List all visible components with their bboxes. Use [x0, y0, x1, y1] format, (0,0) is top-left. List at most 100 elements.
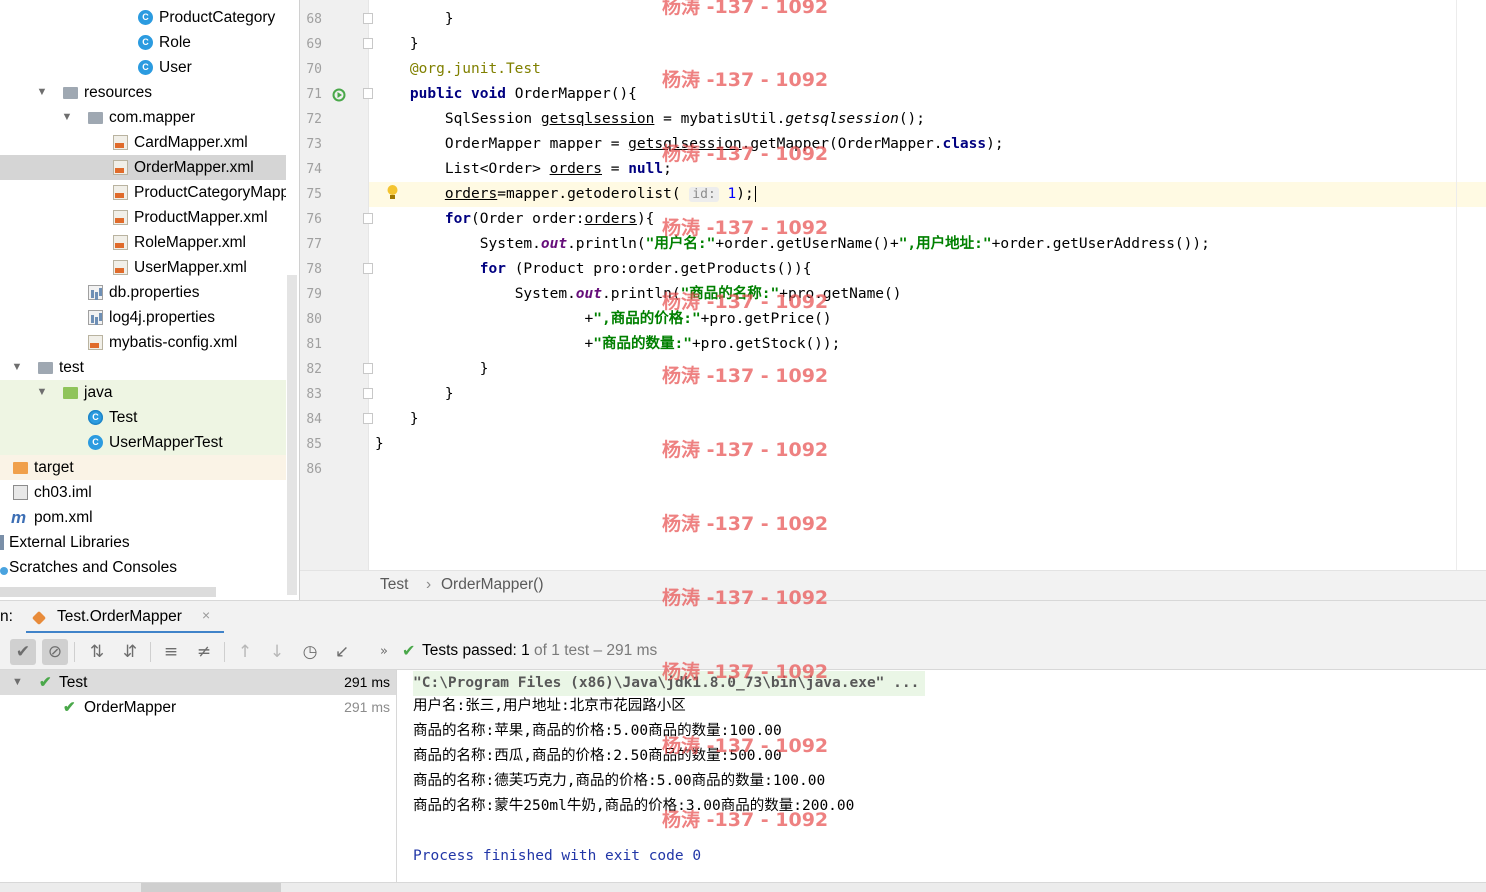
- next-failed-icon[interactable]: ↓: [264, 639, 290, 665]
- code-token: getsqlsession: [540, 111, 655, 127]
- code-token: +order.getUserAddress());: [991, 236, 1210, 252]
- code-line[interactable]: orders=mapper.getoderolist( id: 1);: [375, 182, 756, 207]
- tree-item-test-folder[interactable]: ▼ test: [0, 355, 286, 380]
- bottom-tool-strip: [0, 882, 1486, 892]
- scratch-icon: [0, 567, 8, 575]
- run-test-icon[interactable]: [332, 88, 346, 102]
- code-line[interactable]: OrderMapper mapper = getsqlsession.getMa…: [375, 132, 1004, 157]
- fold-marker[interactable]: [363, 263, 373, 274]
- tree-item-ch03-iml[interactable]: ch03.iml: [0, 480, 286, 505]
- fold-marker[interactable]: [363, 213, 373, 224]
- tree-item-test-class[interactable]: C Test: [0, 405, 286, 430]
- xml-file-icon: [113, 260, 128, 275]
- code-line[interactable]: }: [375, 432, 384, 457]
- code-token: orders: [584, 211, 637, 227]
- tree-item-pom[interactable]: m pom.xml: [0, 505, 286, 530]
- code-token: ",用户地址:": [898, 236, 992, 252]
- tree-item-productcategory[interactable]: C ProductCategory: [0, 5, 286, 30]
- more-actions-icon[interactable]: »: [371, 639, 397, 665]
- breadcrumb-item-method[interactable]: OrderMapper(): [441, 571, 544, 599]
- chevron-down-icon[interactable]: ▼: [10, 355, 24, 380]
- excluded-folder-icon: [13, 462, 28, 474]
- tree-item-usermappertest[interactable]: C UserMapperTest: [0, 430, 286, 455]
- tree-item-rolemapper[interactable]: RoleMapper.xml: [0, 230, 286, 255]
- line-number: 80: [306, 312, 322, 327]
- tree-item-cardmapper[interactable]: CardMapper.xml: [0, 130, 286, 155]
- fold-marker[interactable]: [363, 363, 373, 374]
- tab-test-ordermapper[interactable]: Test.OrderMapper ×: [26, 601, 224, 634]
- code-editor[interactable]: 68 69 70 71 72 73 74 75 76 77 78 79 80 8…: [300, 0, 1486, 570]
- code-line[interactable]: public void OrderMapper(){: [375, 82, 637, 107]
- code-token: );: [986, 136, 1004, 152]
- tree-item-role[interactable]: C Role: [0, 30, 286, 55]
- tree-item-ordermapper[interactable]: OrderMapper.xml: [0, 155, 286, 180]
- tree-item-resources[interactable]: ▼ resources: [0, 80, 286, 105]
- collapse-all-icon[interactable]: ≠: [191, 639, 217, 665]
- tree-item-productmapper[interactable]: ProductMapper.xml: [0, 205, 286, 230]
- tree-item-label: ProductCategoryMapp: [134, 184, 286, 201]
- test-history-icon[interactable]: ◷: [297, 639, 323, 665]
- import-tests-icon[interactable]: ↙: [329, 639, 355, 665]
- code-token: "商品的名称:": [680, 286, 780, 302]
- class-icon: C: [138, 10, 153, 25]
- code-token: (Product pro:order.getProducts()){: [514, 261, 812, 277]
- code-line[interactable]: SqlSession getsqlsession = mybatisUtil.g…: [375, 107, 925, 132]
- tree-item-java[interactable]: ▼ java: [0, 380, 286, 405]
- vertical-scrollbar[interactable]: [287, 275, 297, 595]
- fold-marker[interactable]: [363, 38, 373, 49]
- show-passed-icon[interactable]: ✔: [10, 639, 36, 665]
- properties-file-icon: [88, 285, 103, 300]
- chevron-down-icon[interactable]: ▼: [60, 105, 74, 130]
- tree-item-user[interactable]: C User: [0, 55, 286, 80]
- code-line[interactable]: }: [375, 407, 419, 432]
- code-line[interactable]: }: [375, 7, 454, 32]
- toolbar-separator: [224, 642, 225, 662]
- code-token: +pro.getPrice(): [700, 311, 832, 327]
- code-line[interactable]: for (Product pro:order.getProducts()){: [375, 257, 812, 282]
- chevron-down-icon[interactable]: ▼: [12, 670, 23, 695]
- code-token: }: [409, 36, 419, 52]
- code-line[interactable]: }: [375, 357, 489, 382]
- tree-item-scratches[interactable]: Scratches and Consoles: [0, 555, 286, 580]
- fold-marker[interactable]: [363, 388, 373, 399]
- bottom-tab-selected[interactable]: [141, 883, 281, 892]
- code-line[interactable]: System.out.println("商品的名称:"+pro.getName(…: [375, 282, 902, 307]
- tree-item-log4j-properties[interactable]: log4j.properties: [0, 305, 286, 330]
- chevron-down-icon[interactable]: ▼: [35, 380, 49, 405]
- code-token: .println(: [567, 236, 646, 252]
- code-line[interactable]: +"商品的数量:"+pro.getStock());: [375, 332, 841, 357]
- code-line[interactable]: System.out.println("用户名:"+order.getUserN…: [375, 232, 1210, 257]
- tree-item-usermapper[interactable]: UserMapper.xml: [0, 255, 286, 280]
- fold-marker[interactable]: [363, 413, 373, 424]
- expand-all-icon[interactable]: ≡: [158, 639, 184, 665]
- chevron-down-icon[interactable]: ▼: [35, 80, 49, 105]
- iml-file-icon: [13, 485, 28, 500]
- tree-item-external-libraries[interactable]: External Libraries: [0, 530, 286, 555]
- tree-item-com-mapper[interactable]: ▼ com.mapper: [0, 105, 286, 130]
- run-tool-window-header: n: Test.OrderMapper ×: [0, 600, 1486, 634]
- sort-by-duration-icon[interactable]: ⇵: [117, 639, 143, 665]
- breadcrumb-item-test[interactable]: Test: [380, 571, 408, 599]
- sort-alphabetically-icon[interactable]: ⇅: [84, 639, 110, 665]
- code-line[interactable]: @org.junit.Test: [375, 57, 541, 82]
- tree-item-target[interactable]: target: [0, 455, 286, 480]
- previous-failed-icon[interactable]: ↑: [232, 639, 258, 665]
- horizontal-scrollbar[interactable]: [0, 587, 216, 597]
- code-line[interactable]: +",商品的价格:"+pro.getPrice(): [375, 307, 832, 332]
- tree-item-productcategorymapper[interactable]: ProductCategoryMapp: [0, 180, 286, 205]
- fold-marker[interactable]: [363, 88, 373, 99]
- code-line[interactable]: for(Order order:orders){: [375, 207, 655, 232]
- code-token: ();: [898, 111, 926, 127]
- show-ignored-icon[interactable]: ⊘: [42, 639, 68, 665]
- tree-item-db-properties[interactable]: db.properties: [0, 280, 286, 305]
- code-token: +pro.getStock());: [691, 336, 841, 352]
- test-node-ordermapper[interactable]: ✔ OrderMapper 291 ms: [0, 695, 396, 720]
- console-output[interactable]: "C:\Program Files (x86)\Java\jdk1.8.0_73…: [398, 670, 1486, 882]
- code-line[interactable]: }: [375, 32, 419, 57]
- code-line[interactable]: List<Order> orders = null;: [375, 157, 672, 182]
- code-line[interactable]: }: [375, 382, 454, 407]
- fold-marker[interactable]: [363, 13, 373, 24]
- tree-item-mybatis-config[interactable]: mybatis-config.xml: [0, 330, 286, 355]
- test-node-test[interactable]: ▼ ✔ Test 291 ms: [0, 670, 396, 695]
- close-icon[interactable]: ×: [202, 607, 210, 623]
